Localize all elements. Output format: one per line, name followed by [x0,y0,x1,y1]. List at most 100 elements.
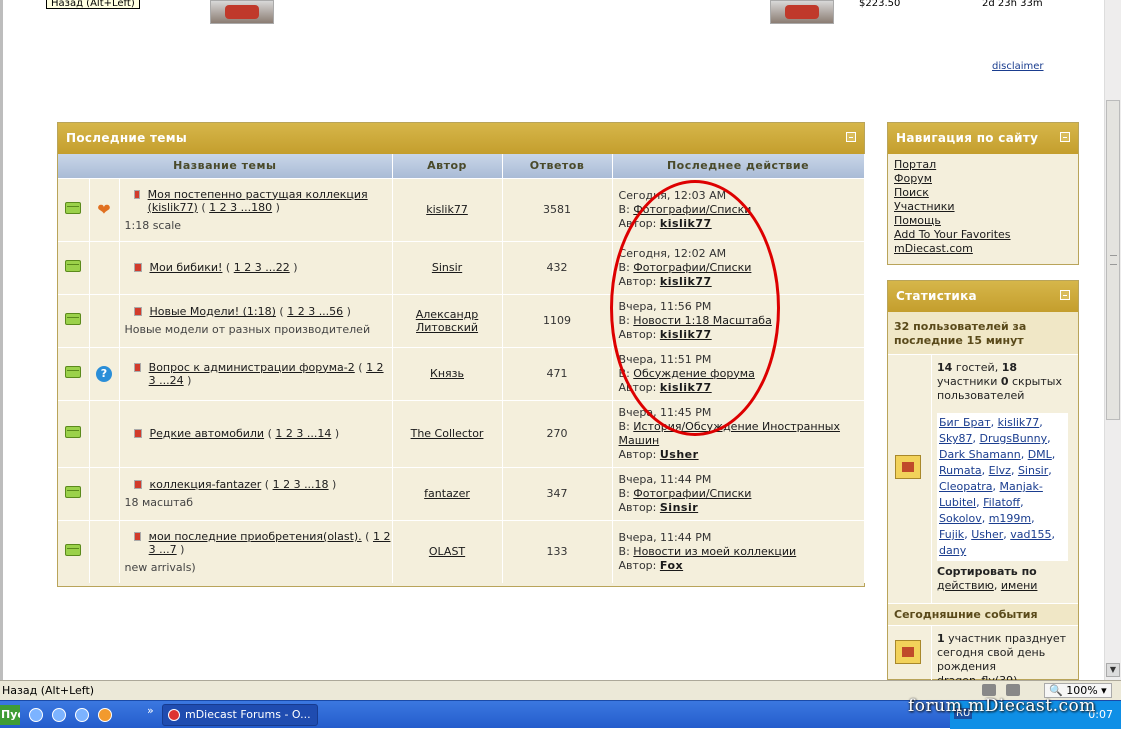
tools-icon[interactable] [1006,684,1020,696]
quicklaunch-media-icon[interactable] [75,708,89,722]
online-user-link[interactable]: DML [1028,448,1052,461]
sort-by-activity-link[interactable]: действию [937,579,994,592]
quicklaunch-ie-icon[interactable] [52,708,66,722]
author-link[interactable]: Князь [430,367,464,380]
post-icon[interactable] [133,263,142,272]
table-row[interactable]: мои последние приобретения(olast). ( 1 2… [58,519,865,583]
nav-link-search[interactable]: Поиск [894,186,929,199]
online-user-link[interactable]: Биг Брат [939,416,991,429]
users-online-icon [895,455,921,479]
disclaimer-link[interactable]: disclaimer [992,61,1044,72]
topic-title-cell: коллекция-fantazer ( 1 2 3 ...18 ) 18 мас… [119,466,393,520]
ad-thumbnail[interactable] [770,0,834,24]
topic-link[interactable]: Редкие автомобили [150,427,265,440]
topic-author-cell: fantazer [392,466,503,520]
post-icon[interactable] [133,531,141,541]
minimize-icon[interactable] [846,132,856,142]
scrollbar-thumb[interactable] [1106,100,1120,420]
topic-title-cell: Вопрос к администрации форума-2 ( 1 2 3 … [119,346,393,400]
online-user-link[interactable]: Cleopatra [939,480,993,493]
topic-title-cell: мои последние приобретения(olast). ( 1 2… [119,519,393,583]
scroll-down-icon[interactable]: ▼ [1106,663,1120,677]
topic-replies-cell: 471 [502,346,613,400]
topic-pages-link[interactable]: 1 2 3 ...22 [234,261,290,274]
topic-link[interactable]: коллекция-fantazer [150,478,262,491]
topic-pages-link[interactable]: 1 2 3 ...14 [275,427,331,440]
site-navigation-panel: Навигация по сайту Портал Форум Поиск Уч… [887,122,1079,265]
nav-link-favorites[interactable]: Add To Your Favorites [894,228,1011,241]
nav-link-mdiecast[interactable]: mDiecast.com [894,242,973,255]
col-author[interactable]: Автор [392,154,503,178]
taskbar-window-button[interactable]: mDiecast Forums - O... [162,704,318,726]
col-topic-name[interactable]: Название темы [58,154,393,178]
topic-link[interactable]: Вопрос к администрации форума-2 [149,361,355,374]
online-user-link[interactable]: Elvz [989,464,1011,477]
author-link[interactable]: OLAST [429,545,465,558]
online-user-link[interactable]: Rumata [939,464,982,477]
folder-icon [65,486,82,498]
online-user-link[interactable]: Dark Shamann [939,448,1021,461]
online-user-link[interactable]: Fujik [939,528,964,541]
online-users-block: 14 гостей, 18 участники 0 скрытых пользо… [888,355,1078,604]
last-forum-link[interactable]: Фотографии/Списки [633,487,751,500]
vertical-scrollbar[interactable]: ▼ [1104,0,1121,680]
author-link[interactable]: Александр Литовский [416,308,479,334]
start-button[interactable]: Пуск [0,705,20,725]
online-user-link[interactable]: m199m [989,512,1031,525]
topic-author-cell: Александр Литовский [392,293,503,347]
post-icon[interactable] [133,429,142,438]
author-label: Автор: [618,558,657,572]
quicklaunch-mail-icon[interactable] [98,708,112,722]
last-author-link[interactable]: Sinsir [660,501,698,514]
topic-replies-cell: 3581 [502,177,613,241]
online-user-link[interactable]: kislik77 [998,416,1040,429]
online-user-list: Биг Брат, kislik77, Sky87, DrugsBunny, D… [937,413,1068,561]
minimize-icon[interactable] [1060,290,1070,300]
author-link[interactable]: fantazer [424,487,470,500]
quicklaunch-more-icon[interactable]: » [147,704,154,717]
topic-status-cell [58,519,90,583]
topic-pages-link[interactable]: 1 2 3 ...180 [209,201,272,214]
topic-title-cell: Редкие автомобили ( 1 2 3 ...14 ) [119,399,393,467]
last-action-time: Вчера, 11:44 PM [618,472,712,486]
online-user-link[interactable]: Usher [971,528,1003,541]
post-icon[interactable] [133,189,140,199]
sort-by-name-link[interactable]: имени [1001,579,1038,592]
topic-status-cell [58,177,90,241]
col-last-action[interactable]: Последнее действие [612,154,865,178]
status-text: Назад (Alt+Left) [2,684,95,697]
post-icon[interactable] [133,362,141,372]
post-icon[interactable] [133,307,142,316]
nav-link-members[interactable]: Участники [894,200,955,213]
online-user-link[interactable]: Sokolov [939,512,982,525]
security-icon[interactable] [982,684,996,696]
last-author-link[interactable]: Fox [660,559,683,572]
minimize-icon[interactable] [1060,132,1070,142]
author-link[interactable]: The Collector [411,427,484,440]
online-user-link[interactable]: DrugsBunny [979,432,1047,445]
nav-link-portal[interactable]: Портал [894,158,936,171]
member-label: участники [937,375,998,388]
quicklaunch-desktop-icon[interactable] [29,708,43,722]
ad-thumbnail[interactable] [210,0,274,24]
topic-pages-link[interactable]: 1 2 3 ...18 [273,478,329,491]
online-user-link[interactable]: vad155 [1010,528,1051,541]
last-forum-link[interactable]: Новости из моей коллекции [633,545,796,558]
online-user-link[interactable]: dany [939,544,966,557]
author-link[interactable]: Sinsir [432,261,462,274]
folder-icon [65,426,82,438]
nav-link-help[interactable]: Помощь [894,214,941,227]
table-row[interactable]: коллекция-fantazer ( 1 2 3 ...18 ) 18 мас… [58,466,865,520]
last-author-link[interactable]: Usher [660,448,699,461]
online-user-link[interactable]: Sinsir [1018,464,1048,477]
nav-link-forum[interactable]: Форум [894,172,932,185]
topic-link[interactable]: Мои бибики! [150,261,223,274]
topic-link[interactable]: Новые Модели! (1:18) [150,305,276,318]
post-icon[interactable] [133,480,142,489]
online-user-link[interactable]: Sky87 [939,432,972,445]
col-replies[interactable]: Ответов [502,154,613,178]
topic-pages-link[interactable]: 1 2 3 ...56 [287,305,343,318]
topic-link[interactable]: мои последние приобретения(olast). [149,530,362,543]
author-link[interactable]: kislik77 [426,203,468,216]
online-user-link[interactable]: Filatoff [983,496,1020,509]
